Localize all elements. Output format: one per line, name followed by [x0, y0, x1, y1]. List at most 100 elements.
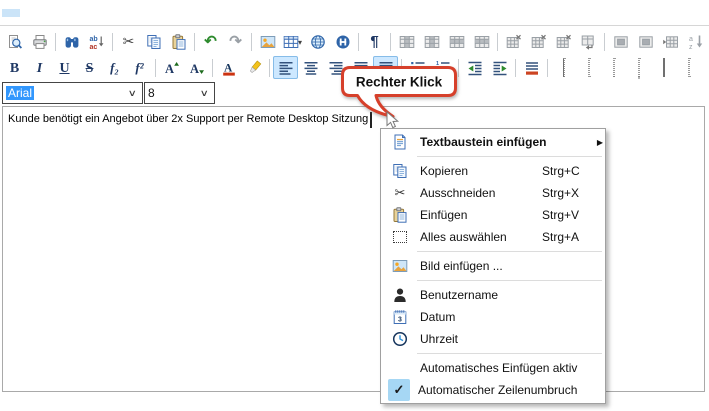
insert-column-right-button[interactable]: [419, 31, 444, 54]
copy-icon: [392, 163, 408, 179]
delete-row-button[interactable]: [501, 31, 526, 54]
font-family-combobox[interactable]: Arial ∨: [2, 82, 143, 104]
sort-az-icon: [688, 34, 704, 50]
menu-item-automatisches-einfuegen-aktiv[interactable]: Automatisches Einfügen aktiv: [381, 357, 605, 379]
menu-item-bild-einfuegen[interactable]: Bild einfügen ...: [381, 255, 605, 277]
copy-button[interactable]: [141, 31, 166, 54]
rechter-klick-callout: Rechter Klick: [330, 64, 470, 126]
tab-notizen[interactable]: [20, 9, 38, 17]
cell-properties-button[interactable]: [658, 31, 683, 54]
horizontal-rule-button[interactable]: [330, 31, 355, 54]
print-button[interactable]: [27, 31, 52, 54]
menu-item-uhrzeit[interactable]: Uhrzeit: [381, 328, 605, 350]
sort-button[interactable]: [683, 31, 708, 54]
paragraph-color-button[interactable]: [519, 56, 544, 79]
highlight-button[interactable]: [241, 56, 266, 79]
find-button[interactable]: [59, 31, 84, 54]
menu-separator: [417, 251, 602, 252]
cal-icon: [392, 309, 408, 325]
glyph-icon: U: [59, 61, 69, 76]
strikethrough-button[interactable]: S: [77, 56, 102, 79]
bsq-icon: [688, 58, 690, 77]
border-bottom-button[interactable]: [601, 56, 626, 79]
delete-column-button[interactable]: [526, 31, 551, 54]
chevron-down-icon[interactable]: ∨: [192, 88, 218, 99]
subscript-button[interactable]: f₂: [102, 56, 127, 79]
circleH-icon: [335, 34, 351, 50]
m-doc-icon: [392, 134, 408, 150]
border-left-bottom-button[interactable]: [551, 56, 576, 79]
menu-item-alles-auswaehlen[interactable]: Alles auswählen Strg+A: [381, 226, 605, 248]
font-size-combobox[interactable]: 8 ∨: [144, 82, 215, 104]
align-left-button[interactable]: [273, 56, 298, 79]
insert-image-button[interactable]: [255, 31, 280, 54]
toolbar-separator: [269, 59, 270, 77]
toolbar-separator: [112, 33, 113, 51]
menu-item-label: Bild einfügen ...: [412, 259, 542, 273]
select-cell-button[interactable]: [608, 31, 633, 54]
menu-item-label: Datum: [412, 310, 542, 324]
tbl-x-icon: [556, 34, 572, 50]
menu-item-textbaustein-einfuegen[interactable]: Textbaustein einfügen ▶: [381, 131, 605, 153]
tbl-arrow-icon: [663, 34, 679, 50]
menu-item-einfuegen[interactable]: Einfügen Strg+V: [381, 204, 605, 226]
increase-font-button[interactable]: [159, 56, 184, 79]
tab-anhaenge[interactable]: [38, 9, 56, 17]
menu-item-label: Automatischer Zeilenumbruch: [410, 383, 540, 397]
replace-button[interactable]: [84, 31, 109, 54]
menu-item-shortcut: Strg+V: [542, 208, 594, 222]
insert-column-left-button[interactable]: [394, 31, 419, 54]
hyperlink-button[interactable]: [305, 31, 330, 54]
menu-item-shortcut: Strg+C: [542, 164, 594, 178]
bsq-icon: [563, 58, 565, 77]
superscript-button[interactable]: f²: [127, 56, 152, 79]
delete-table-button[interactable]: [551, 31, 576, 54]
dropdown-arrow-icon[interactable]: ▾: [298, 38, 302, 47]
menu-item-datum[interactable]: Datum: [381, 306, 605, 328]
menu-item-ausschneiden[interactable]: ✂ Ausschneiden Strg+X: [381, 182, 605, 204]
menu-item-icon: [388, 329, 412, 349]
menu-item-benutzername[interactable]: Benutzername: [381, 284, 605, 306]
insert-row-above-button[interactable]: [444, 31, 469, 54]
glyph-icon: I: [37, 61, 42, 76]
formatting-marks-button[interactable]: ¶: [362, 31, 387, 54]
menu-item-label: Textbaustein einfügen: [412, 135, 542, 149]
border-horizontal-button[interactable]: [626, 56, 651, 79]
redo-button[interactable]: ↷: [223, 31, 248, 54]
menu-item-label: Benutzername: [412, 288, 542, 302]
mag-icon: [7, 34, 23, 50]
undo-button[interactable]: ↶: [198, 31, 223, 54]
tab-benutzerdefinierte-felder[interactable]: [74, 9, 92, 17]
indent-button[interactable]: [487, 56, 512, 79]
select-table-button[interactable]: [633, 31, 658, 54]
merge-cells-button[interactable]: [576, 31, 601, 54]
print-preview-button[interactable]: [2, 31, 27, 54]
border-clear-button[interactable]: [676, 56, 701, 79]
insert-row-below-button[interactable]: [469, 31, 494, 54]
toolbar-separator: [55, 33, 56, 51]
menu-item-icon: [388, 256, 412, 276]
a-up-icon: [164, 60, 180, 76]
menubar: [0, 0, 709, 26]
tab-text[interactable]: [2, 9, 20, 17]
cut-button[interactable]: ✂: [116, 31, 141, 54]
chevron-down-icon[interactable]: ∨: [120, 88, 146, 99]
glyph-icon: ✂: [395, 185, 406, 201]
acolor-icon: [221, 60, 237, 76]
underline-button[interactable]: U: [52, 56, 77, 79]
font-color-button[interactable]: [216, 56, 241, 79]
decrease-font-button[interactable]: [184, 56, 209, 79]
italic-button[interactable]: I: [27, 56, 52, 79]
tab-zeiten[interactable]: [56, 9, 74, 17]
insert-table-button[interactable]: ▾: [280, 31, 305, 54]
menu-item-automatischer-zeilenumbruch[interactable]: ✓ Automatischer Zeilenumbruch: [381, 379, 605, 401]
border-all-button[interactable]: [651, 56, 676, 79]
menu-item-kopieren[interactable]: Kopieren Strg+C: [381, 160, 605, 182]
align-center-button[interactable]: [298, 56, 323, 79]
globe-icon: [310, 34, 326, 50]
paste-button[interactable]: [166, 31, 191, 54]
menu-item-shortcut: Strg+A: [542, 230, 594, 244]
context-menu: Textbaustein einfügen ▶ Kopieren Strg+C …: [380, 128, 606, 404]
bold-button[interactable]: B: [2, 56, 27, 79]
border-none-button[interactable]: [576, 56, 601, 79]
